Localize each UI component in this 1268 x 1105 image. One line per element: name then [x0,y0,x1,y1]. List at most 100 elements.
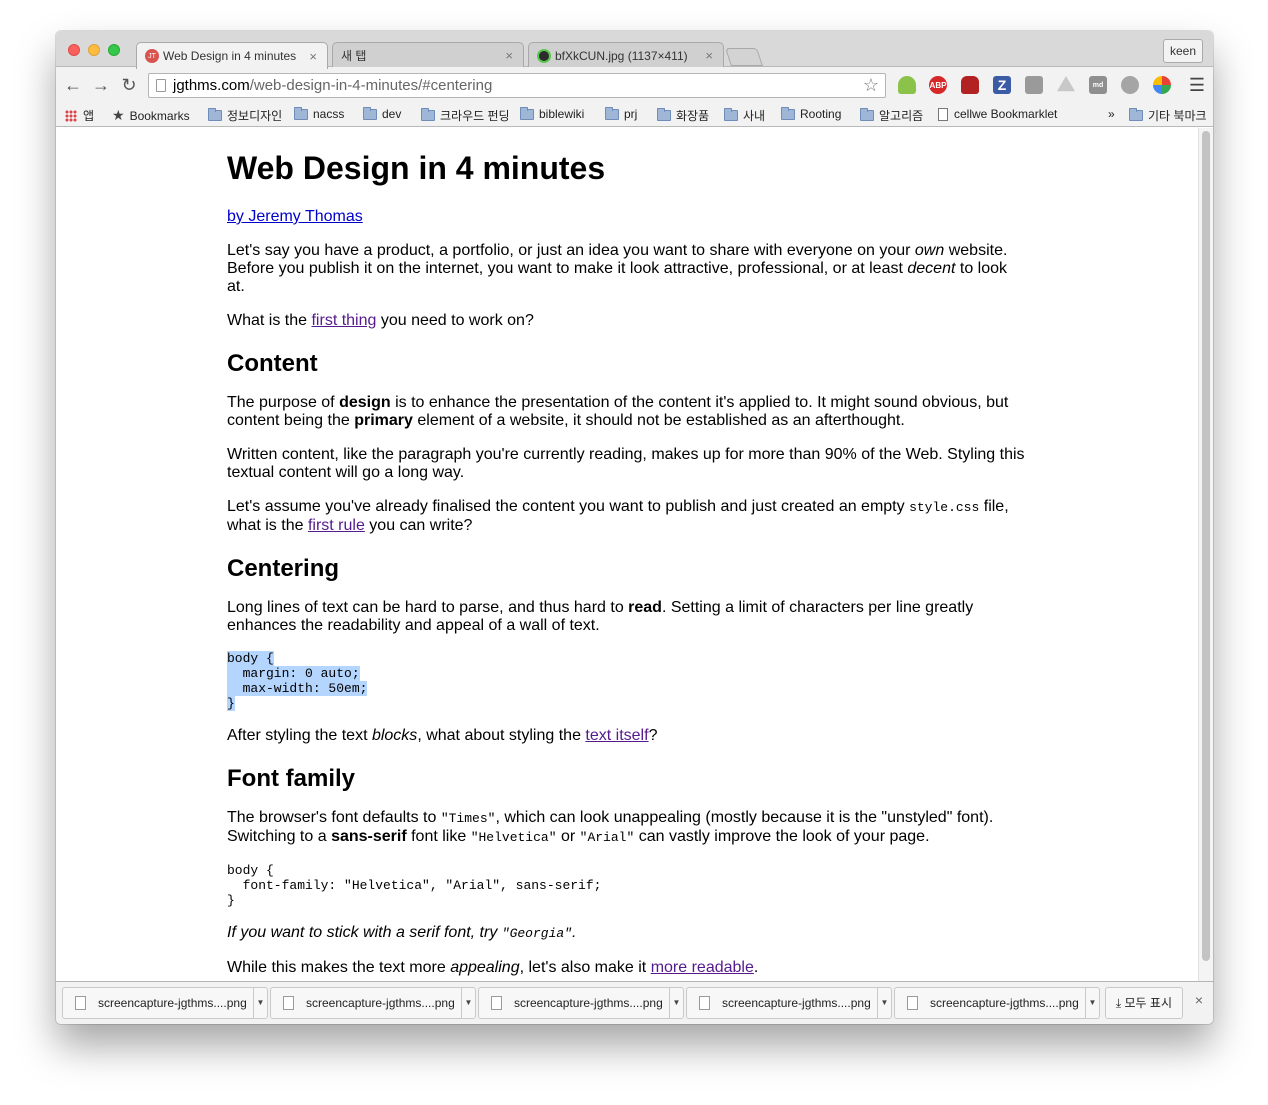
tab-close-icon[interactable]: × [309,49,317,64]
download-filename: screencapture-jgthms....png [306,996,455,1010]
download-icon: ⤓ [1115,996,1122,1010]
folder-icon [1129,108,1143,121]
bookmark-folder[interactable]: 크라우드 펀딩 [421,107,510,124]
address-bar[interactable]: jgthms.com/web-design-in-4-minutes/#cent… [148,73,886,98]
bookmark-star-icon[interactable]: ☆ [863,74,879,97]
bookmark-page[interactable]: cellwe Bookmarklet [938,107,1057,121]
page-title: Web Design in 4 minutes [227,150,606,186]
code-block-font-family: body { font-family: "Helvetica", "Arial"… [227,863,602,908]
bookmark-label: 알고리즘 [879,109,924,123]
more-readable-link[interactable]: more readable [651,959,754,976]
bookmark-folder[interactable]: nacss [294,106,345,121]
forward-arrow-icon[interactable]: → [90,74,112,96]
url-domain: jgthms.com [173,77,250,94]
folder-icon [605,106,619,120]
close-window-button[interactable] [68,44,80,56]
minimize-window-button[interactable] [88,44,100,56]
monkey-icon[interactable] [1121,76,1139,94]
camera-icon[interactable] [1025,76,1043,94]
toolbar: ← → ↻ jgthms.com/web-design-in-4-minutes… [56,67,1213,104]
byline-link[interactable]: by Jeremy Thomas [227,208,363,225]
couch-icon[interactable] [961,76,979,94]
heading-content: Content [227,350,318,377]
bookmark-label: biblewiki [539,107,585,121]
code-block-centering: body { margin: 0 auto; max-width: 50em; … [227,651,368,711]
zoom-window-button[interactable] [108,44,120,56]
bookmark-folder[interactable]: 정보디자인 [208,107,282,124]
close-shelf-icon[interactable]: × [1195,992,1203,1008]
heading-font-family: Font family [227,765,356,792]
reload-icon[interactable]: ↻ [118,74,140,96]
bookmarks-overflow-button[interactable]: » [1108,107,1115,121]
folder-icon [520,106,534,120]
folder-icon [363,106,377,120]
bookmark-folder[interactable]: biblewiki [520,106,585,121]
first-rule-link[interactable]: first rule [308,517,365,534]
md-icon[interactable]: md [1089,76,1107,94]
bookmark-label: prj [624,107,638,121]
download-item[interactable]: screencapture-jgthms....png ▼ [270,987,476,1019]
dropdown-arrow-icon[interactable]: ▼ [669,988,683,1018]
file-icon [907,996,918,1010]
bookmark-folder[interactable]: Rooting [781,106,842,121]
article: Web Design in 4 minutes by Jeremy Thomas… [227,128,1027,981]
profile-button[interactable]: keen [1162,39,1203,63]
tab-new[interactable]: 새 탭 × [332,42,524,68]
bookmark-label: Rooting [800,107,842,121]
adblock-plus-icon[interactable]: ABP [929,76,947,94]
bookmark-label: nacss [313,107,345,121]
bookmark-bookmarks[interactable]: ★ Bookmarks [112,107,190,124]
browser-window: JT Web Design in 4 minutes × 새 탭 × bfXkC… [56,31,1213,1024]
bookmark-label: 앱 [83,109,95,123]
new-tab-button[interactable] [725,48,763,66]
scrollbar-thumb[interactable] [1202,131,1210,961]
dropdown-arrow-icon[interactable]: ▼ [253,988,267,1018]
folder-icon [860,108,874,121]
bookmark-folder[interactable]: 화장품 [657,107,709,124]
pinwheel-icon[interactable] [1153,76,1171,94]
text-itself-link[interactable]: text itself [585,727,648,744]
page-icon [156,79,166,92]
file-icon [491,996,502,1010]
download-item[interactable]: screencapture-jgthms....png ▼ [686,987,892,1019]
tab-strip: JT Web Design in 4 minutes × 새 탭 × bfXkC… [56,31,1213,69]
vertical-scrollbar[interactable] [1198,128,1213,981]
download-item[interactable]: screencapture-jgthms....png ▼ [62,987,268,1019]
download-item[interactable]: screencapture-jgthms....png ▼ [478,987,684,1019]
hamburger-menu-icon[interactable]: ☰ [1189,75,1205,96]
download-item[interactable]: screencapture-jgthms....png ▼ [894,987,1100,1019]
bookmark-folder[interactable]: 사내 [724,107,765,124]
z-icon[interactable]: Z [993,76,1011,94]
drive-icon[interactable] [1057,76,1075,92]
bookmark-other-folder[interactable]: 기타 북마크 [1129,107,1207,124]
intro-question: What is the first thing you need to work… [227,312,534,329]
android-icon[interactable] [898,76,916,94]
file-icon [283,996,294,1010]
dropdown-arrow-icon[interactable]: ▼ [877,988,891,1018]
show-all-label: 모두 표시 [1124,996,1173,1010]
dropdown-arrow-icon[interactable]: ▼ [1085,988,1099,1018]
bookmark-folder[interactable]: prj [605,106,638,121]
download-filename: screencapture-jgthms....png [930,996,1079,1010]
tab-image[interactable]: bfXkCUN.jpg (1137×411) × [528,42,724,68]
tab-close-icon[interactable]: × [505,48,513,63]
bookmark-label: dev [382,107,402,121]
image-favicon-icon [537,48,551,63]
bookmark-label: 기타 북마크 [1148,109,1207,123]
heading-centering: Centering [227,555,340,582]
back-arrow-icon[interactable]: ← [62,74,84,96]
dropdown-arrow-icon[interactable]: ▼ [461,988,475,1018]
download-filename: screencapture-jgthms....png [514,996,663,1010]
bookmark-folder[interactable]: 알고리즘 [860,107,923,124]
tab-close-icon[interactable]: × [705,48,713,63]
tab-web-design[interactable]: JT Web Design in 4 minutes × [136,42,328,69]
content-paragraph-3: Let's assume you've already finalised th… [227,498,1009,534]
first-thing-link[interactable]: first thing [311,312,376,329]
bookmark-label: 사내 [743,109,766,123]
show-all-downloads-button[interactable]: ⤓ 모두 표시 [1104,987,1183,1019]
bookmark-label: Bookmarks [129,108,190,123]
jt-favicon-icon: JT [145,49,159,63]
bookmark-apps[interactable]: 앱 [65,107,94,124]
centering-paragraph-1: Long lines of text can be hard to parse,… [227,599,974,634]
bookmark-folder[interactable]: dev [363,106,402,121]
